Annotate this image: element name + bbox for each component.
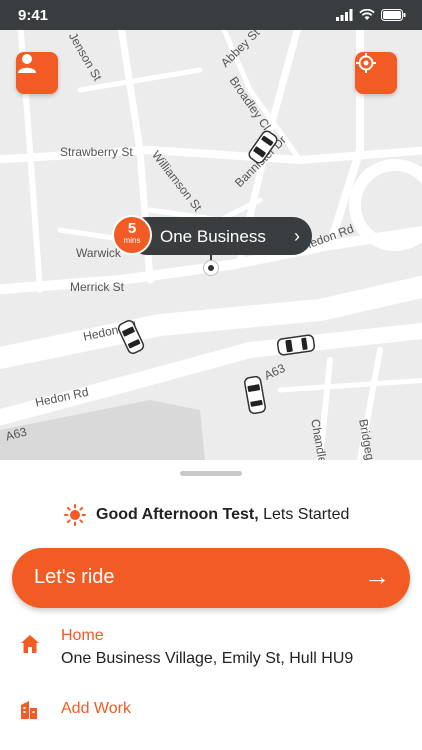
eta-unit: mins [123, 236, 141, 245]
chevron-right-icon: › [294, 226, 300, 246]
lets-ride-button[interactable]: Let's ride → [12, 548, 410, 608]
profile-button[interactable] [16, 52, 58, 94]
greeting-text: Good Afternoon Test, Lets Started [96, 506, 349, 524]
saved-place-work[interactable]: Add Work [0, 696, 422, 726]
lets-ride-label: Let's ride [34, 566, 115, 588]
status-bar: 9:41 [0, 0, 422, 30]
arrow-right-icon: → [364, 561, 390, 591]
home-address: One Business Village, Emily St, Hull HU9 [61, 650, 354, 667]
locate-me-button[interactable] [355, 52, 397, 94]
status-time: 9:41 [18, 7, 49, 24]
eta-badge: 5 mins [112, 215, 152, 255]
add-work-label: Add Work [61, 700, 131, 717]
greeting-bold: Good Afternoon Test, [96, 506, 259, 523]
crosshair-icon [356, 53, 376, 73]
signal-icon [336, 9, 353, 21]
street-label: Merrick St [70, 280, 124, 294]
greeting-rest: Lets Started [258, 506, 350, 523]
pickup-name: One Business [160, 227, 266, 246]
status-icons [336, 8, 406, 22]
user-icon [18, 54, 36, 73]
saved-place-home[interactable]: Home One Business Village, Emily St, Hul… [0, 622, 422, 672]
sun-icon [64, 504, 86, 526]
bottom-sheet: Good Afternoon Test, Lets Started Let's … [0, 460, 422, 750]
building-icon [21, 701, 37, 719]
battery-icon [381, 9, 406, 21]
greeting: Good Afternoon Test, Lets Started [64, 504, 349, 526]
wifi-icon [359, 9, 375, 20]
pickup-marker[interactable]: 5 mins One Business › [112, 215, 312, 255]
home-label: Home [61, 627, 104, 644]
location-dot-icon [203, 260, 219, 276]
street-label: Strawberry St [60, 145, 133, 159]
sheet-handle[interactable] [180, 471, 242, 476]
home-icon [21, 635, 39, 653]
eta-value: 5 [127, 220, 137, 237]
